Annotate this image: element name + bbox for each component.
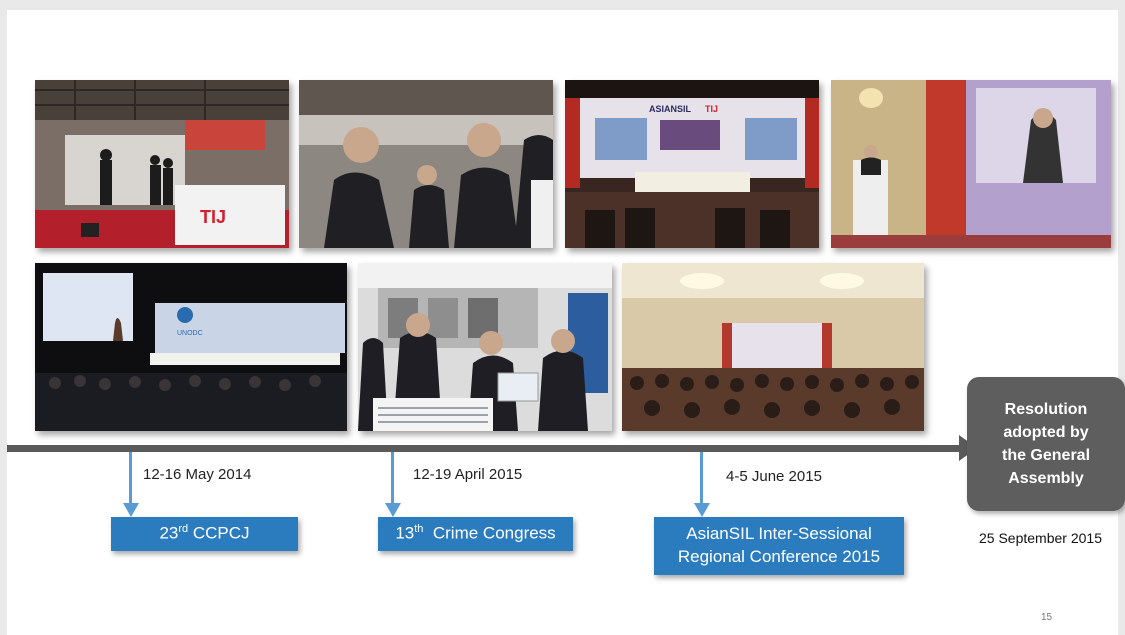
event-3-arrow-shaft (700, 452, 703, 504)
photo-unodc-plenary: UNODC (35, 263, 347, 431)
photo-ballroom-audience (622, 263, 924, 431)
event-1-date: 12-16 May 2014 (143, 466, 252, 483)
asiansil-banner-text: ASIANSIL (649, 104, 692, 114)
photo-delegates-meeting (299, 80, 553, 248)
timeline-line (7, 445, 967, 452)
resolution-line-3: the General (1001, 447, 1091, 464)
resolution-line-4: Assembly (1008, 470, 1084, 488)
page-number: 15 (1041, 612, 1053, 623)
event-3-box: AsianSIL Inter-Sessional Regional Confer… (654, 517, 904, 575)
resolution-line-2: adopted by (1003, 423, 1089, 441)
event-1-box: 23rd CCPCJ (111, 517, 298, 551)
photo-exhibition-tablet (358, 263, 612, 431)
resolution-line-1: Resolution (1004, 400, 1088, 418)
resolution-date: 25 September 2015 (979, 530, 1102, 546)
event-3-label-line1: AsianSIL Inter-Sessional (686, 524, 872, 544)
event-2-arrow-shaft (391, 452, 394, 504)
photo-asiansil-conference-panel: ASIANSIL TIJ (565, 80, 819, 248)
event-3-label-line2: Regional Conference 2015 (677, 547, 881, 566)
photo-speaker-podium (831, 80, 1111, 248)
slide: TIJ ASIANSIL TIJ UNODC 12-16 May 2014 23… (7, 10, 1125, 635)
event-3-date: 4-5 June 2015 (726, 468, 822, 485)
event-1-arrow-shaft (129, 452, 132, 504)
photo-tij-booth: TIJ (35, 80, 289, 248)
event-2-date: 12-19 April 2015 (413, 466, 523, 483)
event-2-box: 13th Crime Congress (378, 517, 573, 551)
resolution-box: Resolution adopted by the General Assemb… (967, 377, 1125, 511)
svg-text:TIJ: TIJ (705, 104, 718, 114)
event-1-label: 23rd CCPCJ (159, 523, 250, 543)
event-2-arrow-head (385, 503, 401, 517)
event-2-label: 13th Crime Congress (395, 523, 556, 543)
event-3-arrow-head (694, 503, 710, 517)
tij-logo-text: TIJ (200, 207, 226, 227)
unodc-logo-text: UNODC (177, 330, 203, 337)
event-1-arrow-head (123, 503, 139, 517)
